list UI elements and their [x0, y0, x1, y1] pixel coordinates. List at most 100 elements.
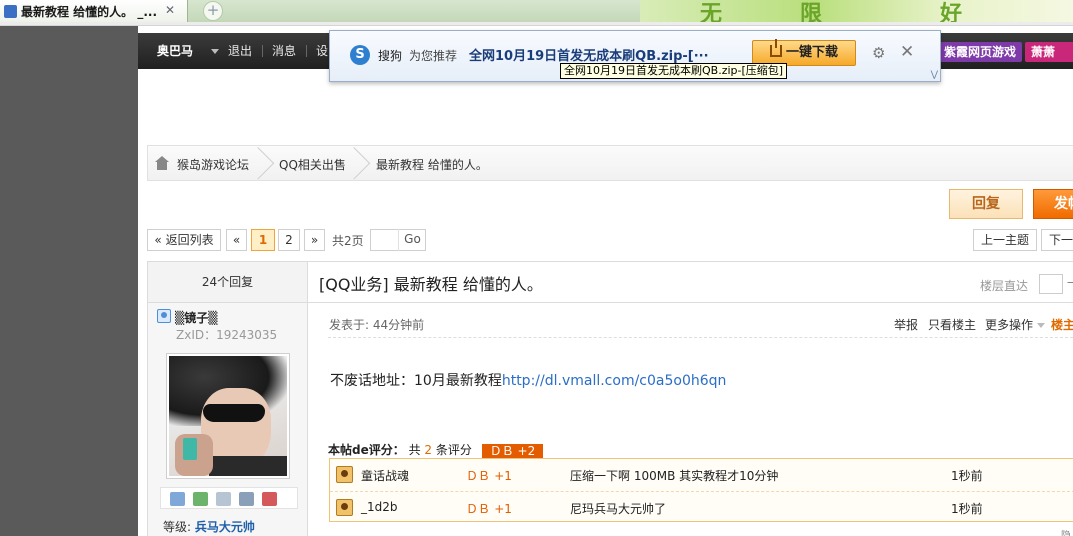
post-divider — [328, 337, 1073, 338]
rating-header: 本帖de评分： 共 2 条评分 ＤＢ +2 — [328, 441, 544, 459]
logout-link[interactable]: 退出 — [228, 33, 252, 69]
author-name[interactable]: ▒镜子▒ — [175, 309, 217, 326]
page-1-button[interactable]: 1 — [251, 229, 275, 251]
rater-name[interactable]: 童话战魂 — [361, 467, 409, 484]
breadcrumb-forum[interactable]: 猴岛游戏论坛 — [177, 156, 249, 173]
rank-value[interactable]: 兵马大元帅 — [195, 520, 255, 534]
file-tooltip: 全网10月19日首发无成本刷QB.zip-[压缩包] — [560, 63, 788, 79]
tab-close-icon[interactable]: ✕ — [165, 3, 175, 17]
breadcrumb-section[interactable]: QQ相关出售 — [279, 156, 346, 173]
hide-ratings-link[interactable]: 隐 — [1061, 527, 1071, 536]
only-author-link[interactable]: 只看楼主 — [928, 316, 976, 333]
rating-label: 本帖de评分： — [328, 443, 405, 457]
user-icon — [157, 309, 171, 323]
floor-jump-go-icon[interactable]: → — [1067, 276, 1073, 289]
thread-header: [QQ业务] 最新教程 给懂的人。 楼层直达 → — [308, 261, 1073, 303]
user-menu[interactable]: 奥巴马 — [157, 33, 193, 69]
webgame-button[interactable]: 紫霞网页游戏 — [938, 42, 1022, 62]
download-icon — [769, 39, 782, 57]
tab-title: 最新教程 给懂的人。 _... — [21, 4, 158, 19]
rater-avatar-icon[interactable] — [336, 499, 353, 516]
page-favicon-icon — [4, 4, 17, 18]
rating-count: 2 — [424, 443, 433, 457]
post-body: 发表于: 44分钟前 举报 只看楼主 更多操作 楼主 不废话地址：10月最新教程… — [308, 303, 1073, 536]
rating-reason: 尼玛兵马大元帅了 — [570, 502, 667, 516]
user-menu-caret[interactable] — [211, 33, 219, 69]
add-friend-icon[interactable] — [193, 492, 208, 506]
new-post-button[interactable]: 发帖 — [1033, 189, 1073, 219]
home-icon[interactable] — [155, 156, 169, 170]
score-label: ＤＢ — [466, 502, 491, 516]
nav-separator — [262, 45, 263, 57]
more-ops-label: 更多操作 — [985, 318, 1034, 332]
total-pages: 共2页 — [332, 234, 364, 248]
rating-total-pre: 共 — [408, 443, 421, 457]
chevron-down-icon — [211, 49, 219, 54]
author-sidebar: ▒镜子▒ ZxID：19243035 等级: 兵马大元帅 — [147, 303, 308, 536]
skin-decoration: 无 限 好 — [640, 0, 1073, 22]
report-link[interactable]: 举报 — [894, 316, 918, 333]
game2-button[interactable]: 萧萧 — [1025, 42, 1073, 62]
profile-icon[interactable] — [216, 492, 231, 506]
thread-title: [QQ业务] 最新教程 给懂的人。 — [319, 275, 543, 294]
rating-table: 童话战魂 ＤＢ +1 压缩一下啊 100MB 其实教程才10分钟 1秒前 _1d… — [329, 458, 1073, 522]
rating-sum-badge: ＤＢ +2 — [481, 444, 544, 459]
new-tab-button[interactable]: + — [203, 1, 223, 21]
avatar[interactable] — [166, 353, 290, 479]
sogou-logo-icon: S — [350, 45, 370, 65]
page-2-button[interactable]: 2 — [278, 229, 300, 251]
rating-total-post: 条评分 — [435, 443, 472, 457]
floor-jump-label: 楼层直达 — [980, 279, 1029, 293]
rater-name[interactable]: _1d2b — [361, 500, 398, 514]
more-ops-link[interactable]: 更多操作 — [985, 316, 1045, 333]
info-card-icon[interactable] — [239, 492, 254, 506]
browser-tabstrip: 最新教程 给懂的人。 _... ✕ + 无 限 好 — [0, 0, 1073, 22]
score-value: +1 — [494, 469, 512, 483]
browser-subbar — [0, 22, 1073, 26]
reply-button[interactable]: 回复 — [949, 189, 1023, 219]
gear-icon[interactable]: ⚙ — [872, 44, 885, 62]
rating-row: _1d2b ＤＢ +1 尼玛兵马大元帅了 1秒前 — [330, 491, 1073, 522]
avatar-photo — [169, 356, 287, 476]
browser-tab[interactable]: 最新教程 给懂的人。 _... ✕ — [0, 0, 188, 22]
author-toolbar — [160, 487, 298, 509]
score-label: ＤＢ — [466, 469, 491, 483]
post-time: 发表于: 44分钟前 — [329, 318, 425, 332]
chevron-down-icon — [1036, 323, 1045, 328]
download-label: 一键下载 — [785, 45, 838, 60]
breadcrumb-chevron-icon — [360, 145, 376, 181]
deco-glyph: 好 — [940, 1, 963, 22]
page-left-gutter — [0, 26, 138, 536]
popup-file-name[interactable]: 全网10月19日首发无成本刷QB.zip-[··· — [469, 45, 709, 64]
next-topic-button[interactable]: 下一主题 — [1041, 229, 1073, 251]
floor-jump-input[interactable] — [1039, 274, 1063, 294]
prev-topic-button[interactable]: 上一主题 — [973, 229, 1037, 251]
next-page-button[interactable]: » — [304, 229, 325, 251]
deco-glyph: 限 — [800, 1, 823, 22]
nav-separator — [306, 45, 307, 57]
prev-page-button[interactable]: « — [226, 229, 247, 251]
reply-count: 24个回复 — [147, 261, 308, 303]
floor-label: 楼主 — [1051, 318, 1073, 332]
send-message-icon[interactable] — [170, 492, 185, 506]
rater-avatar-icon[interactable] — [336, 466, 353, 483]
rating-time: 1秒前 — [951, 469, 983, 483]
post-content: 不废话地址：10月最新教程http://dl.vmall.com/c0a5o0h… — [330, 370, 726, 390]
rating-reason: 压缩一下啊 100MB 其实教程才10分钟 — [570, 469, 779, 483]
rating-row: 童话战魂 ＤＢ +1 压缩一下啊 100MB 其实教程才10分钟 1秒前 — [330, 459, 1073, 490]
rating-time: 1秒前 — [951, 502, 983, 516]
apps-icon[interactable] — [262, 492, 277, 506]
rating-score: ＤＢ +1 — [466, 467, 512, 484]
download-link[interactable]: http://dl.vmall.com/c0a5o0h6qn — [502, 373, 727, 389]
collapse-icon[interactable]: ⋁ — [931, 70, 938, 80]
page-go-button[interactable]: Go — [398, 229, 426, 251]
messages-link[interactable]: 消息 — [272, 33, 296, 69]
breadcrumb-thread: 最新教程 给懂的人。 — [376, 158, 488, 172]
close-icon[interactable]: ✕ — [900, 42, 914, 62]
post-text: 不废话地址：10月最新教程 — [330, 373, 502, 389]
breadcrumb: 猴岛游戏论坛 QQ相关出售 最新教程 给懂的人。 — [147, 145, 1073, 181]
rank-label: 等级: — [163, 520, 192, 534]
back-to-list-button[interactable]: « 返回列表 — [147, 229, 221, 251]
popup-recommend: 为您推荐 — [409, 49, 458, 63]
settings-link[interactable]: 设 — [316, 33, 328, 69]
